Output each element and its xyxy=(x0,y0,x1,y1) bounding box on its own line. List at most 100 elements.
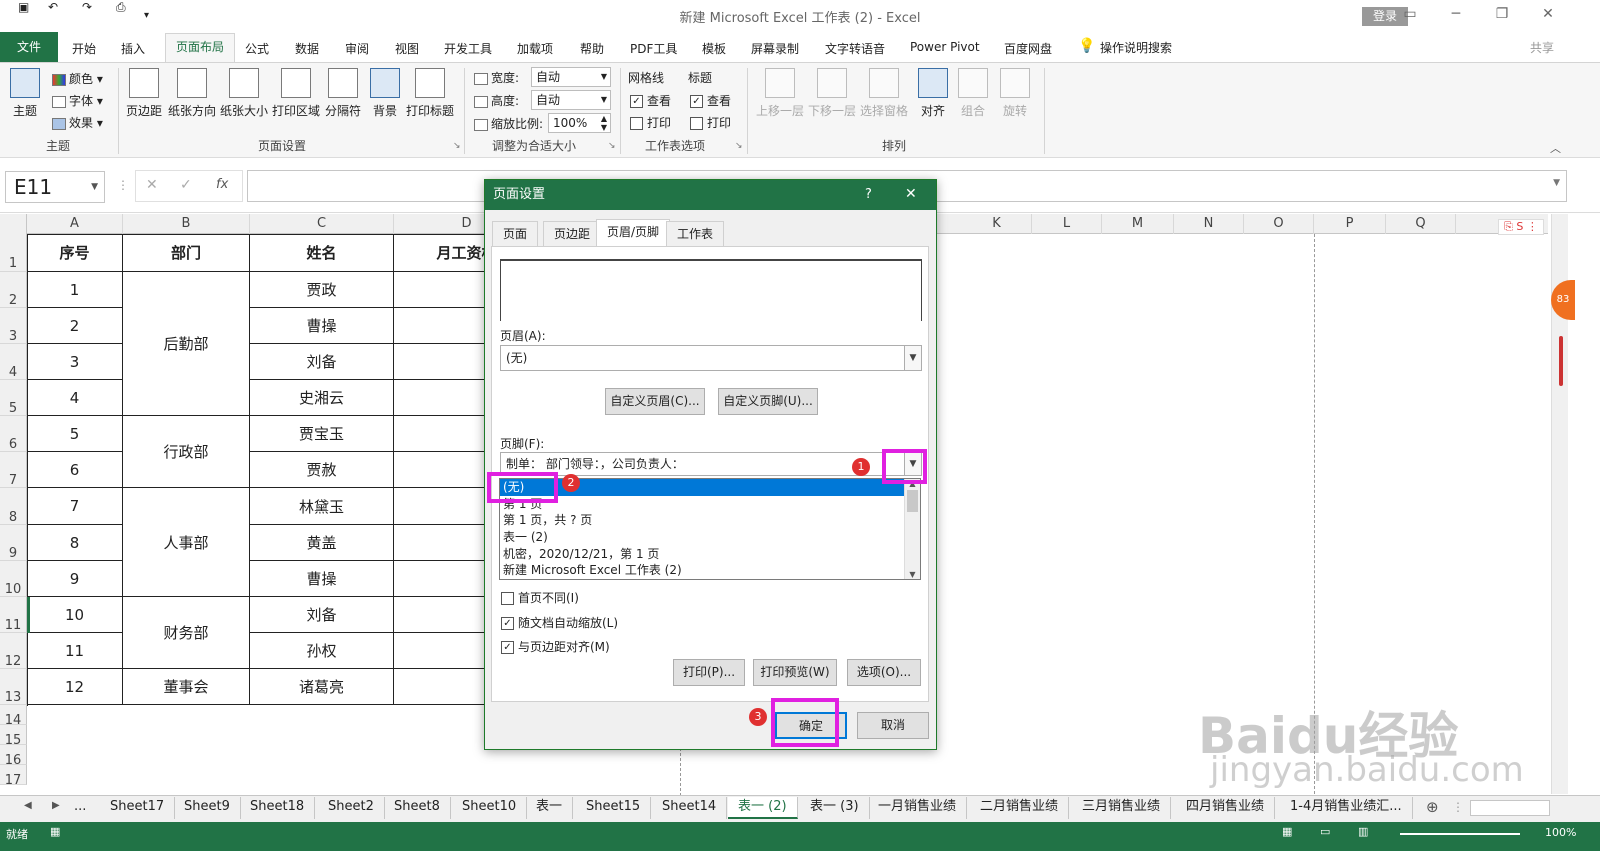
row-header[interactable]: 17 xyxy=(0,765,27,788)
tab-templates[interactable]: 模板 xyxy=(702,40,726,57)
print-preview-button[interactable]: 打印预览(W) xyxy=(753,659,837,686)
cell-department[interactable]: 行政部 xyxy=(123,416,250,488)
zoom-slider[interactable] xyxy=(1400,833,1520,835)
tab-page[interactable]: 页面 xyxy=(492,221,539,246)
sheet-tab[interactable]: 三月销售业绩 xyxy=(1072,797,1172,819)
page-break-view-icon[interactable]: ▥ xyxy=(1358,825,1368,838)
margins-button[interactable]: 页边距 xyxy=(126,68,162,119)
sheet-tab[interactable]: 表一 (2) xyxy=(728,797,798,819)
cell-seq[interactable]: 2 xyxy=(27,308,123,344)
normal-view-icon[interactable]: ▦ xyxy=(1282,825,1292,838)
table-header-cell[interactable]: 序号 xyxy=(27,234,123,272)
sheet-tab[interactable]: Sheet10 xyxy=(452,797,528,819)
tab-margins[interactable]: 页边距 xyxy=(543,221,602,246)
sheet-tab[interactable]: 一月销售业绩 xyxy=(868,797,968,819)
tab-text-to-speech[interactable]: 文字转语音 xyxy=(825,40,885,57)
share-button[interactable]: 共享 xyxy=(1530,39,1554,56)
addin-toolbar-icon[interactable]: ⎘ S ⋮ xyxy=(1498,219,1544,235)
cell-department[interactable]: 董事会 xyxy=(123,669,250,705)
more-sheets-button[interactable]: ... xyxy=(70,797,90,819)
cell-name[interactable]: 诸葛亮 xyxy=(250,669,394,705)
insert-function-icon[interactable]: fx xyxy=(216,177,228,192)
cell-seq[interactable]: 6 xyxy=(27,452,123,488)
row-header[interactable]: 4 xyxy=(0,344,27,380)
cell-name[interactable]: 曹操 xyxy=(250,561,394,597)
selection-pane-button[interactable]: 选择窗格 xyxy=(860,68,908,119)
cell-seq[interactable]: 8 xyxy=(27,525,123,561)
header-select[interactable]: (无) ▼ xyxy=(500,345,922,371)
cell-department[interactable]: 后勤部 xyxy=(123,272,250,416)
row-header[interactable]: 12 xyxy=(0,633,27,669)
macro-record-icon[interactable]: ▦ xyxy=(50,825,60,838)
bring-forward-button[interactable]: 上移一层 xyxy=(756,68,804,119)
row-header[interactable]: 16 xyxy=(0,745,27,768)
tab-page-layout[interactable]: 页面布局 xyxy=(165,33,235,63)
different-first-checkbox[interactable]: 首页不同(I) xyxy=(501,589,579,606)
scale-launcher-icon[interactable]: ↘ xyxy=(608,141,616,151)
orientation-button[interactable]: 纸张方向 xyxy=(168,68,216,119)
cell-seq[interactable]: 5 xyxy=(27,416,123,452)
rotate-button[interactable]: 旋转 xyxy=(1000,68,1030,119)
background-button[interactable]: 背景 xyxy=(370,68,400,119)
tab-view[interactable]: 视图 xyxy=(395,40,419,57)
sheet-tab[interactable]: Sheet17 xyxy=(100,797,176,819)
expand-formula-icon[interactable]: ▼ xyxy=(1553,178,1560,188)
column-header[interactable]: K xyxy=(962,214,1032,234)
tab-file[interactable]: 文件 xyxy=(0,32,58,62)
table-header-cell[interactable]: 姓名 xyxy=(250,234,394,272)
name-box[interactable]: E11 ▼ xyxy=(5,171,105,203)
sheet-tab[interactable]: 1-4月销售业绩汇... xyxy=(1280,797,1413,819)
collapse-ribbon-icon[interactable]: ︿ xyxy=(1550,140,1561,156)
tab-pdf-tools[interactable]: PDF工具 xyxy=(630,40,677,57)
column-header[interactable]: P xyxy=(1314,214,1386,234)
tab-review[interactable]: 审阅 xyxy=(345,40,369,57)
sheet-tab[interactable]: 四月销售业绩 xyxy=(1176,797,1276,819)
tab-home[interactable]: 开始 xyxy=(72,40,96,57)
select-all-corner[interactable] xyxy=(0,214,27,234)
sheet-tab[interactable]: 二月销售业绩 xyxy=(970,797,1070,819)
sheet-tab[interactable]: Sheet18 xyxy=(240,797,316,819)
tab-header-footer[interactable]: 页眉/页脚 xyxy=(596,219,671,247)
cell-name[interactable]: 黄盖 xyxy=(250,525,394,561)
row-header[interactable]: 2 xyxy=(0,272,27,308)
cell-seq[interactable]: 7 xyxy=(27,488,123,525)
page-layout-view-icon[interactable]: ▭ xyxy=(1320,825,1330,838)
size-button[interactable]: 纸张大小 xyxy=(220,68,268,119)
width-select[interactable]: 自动 ▼ xyxy=(531,67,611,87)
tab-insert[interactable]: 插入 xyxy=(121,40,145,57)
gridlines-print-checkbox[interactable]: 打印 xyxy=(630,114,671,131)
row-header[interactable]: 1 xyxy=(0,234,27,272)
tab-data[interactable]: 数据 xyxy=(295,40,319,57)
scale-spinner[interactable]: 100% ▲ ▼ xyxy=(548,113,611,133)
restore-icon[interactable]: ❐ xyxy=(1490,6,1514,22)
headings-print-checkbox[interactable]: 打印 xyxy=(690,114,731,131)
headings-view-checkbox[interactable]: ✓ 查看 xyxy=(690,92,731,109)
print-button[interactable]: 打印(P)... xyxy=(673,659,745,686)
footer-dropdown-list[interactable]: (无) 第 1 页 第 1 页，共 ? 页 表一 (2) 机密，2020/12/… xyxy=(499,478,921,580)
cell-name[interactable]: 贾赦 xyxy=(250,452,394,488)
row-header[interactable]: 13 xyxy=(0,669,27,705)
prev-sheet-icon[interactable]: ◀ xyxy=(24,800,32,811)
row-header[interactable]: 7 xyxy=(0,452,27,488)
custom-header-button[interactable]: 自定义页眉(C)... xyxy=(605,388,705,415)
cell-name[interactable]: 史湘云 xyxy=(250,380,394,416)
height-select[interactable]: 自动 ▼ xyxy=(531,90,611,110)
column-header[interactable]: C xyxy=(250,214,394,234)
cell-seq[interactable]: 9 xyxy=(27,561,123,597)
sheet-options-launcher-icon[interactable]: ↘ xyxy=(735,141,743,151)
cell-department[interactable]: 人事部 xyxy=(123,488,250,597)
page-setup-launcher-icon[interactable]: ↘ xyxy=(453,141,461,151)
list-scrollbar[interactable]: ▲ ▼ xyxy=(904,479,920,579)
cell-name[interactable]: 贾政 xyxy=(250,272,394,308)
row-header[interactable]: 11 xyxy=(0,597,27,633)
row-header[interactable]: 6 xyxy=(0,416,27,452)
theme-button[interactable]: 主题 xyxy=(10,68,40,119)
column-header[interactable]: N xyxy=(1174,214,1244,234)
colors-button[interactable]: 颜色 ▾ xyxy=(52,70,103,87)
cell-name[interactable]: 曹操 xyxy=(250,308,394,344)
column-header[interactable]: Q xyxy=(1386,214,1456,234)
cell-seq[interactable]: 10 xyxy=(27,597,123,633)
send-backward-button[interactable]: 下移一层 xyxy=(808,68,856,119)
row-header[interactable]: 15 xyxy=(0,725,27,748)
spinner-icon[interactable]: ▲ ▼ xyxy=(601,114,607,132)
